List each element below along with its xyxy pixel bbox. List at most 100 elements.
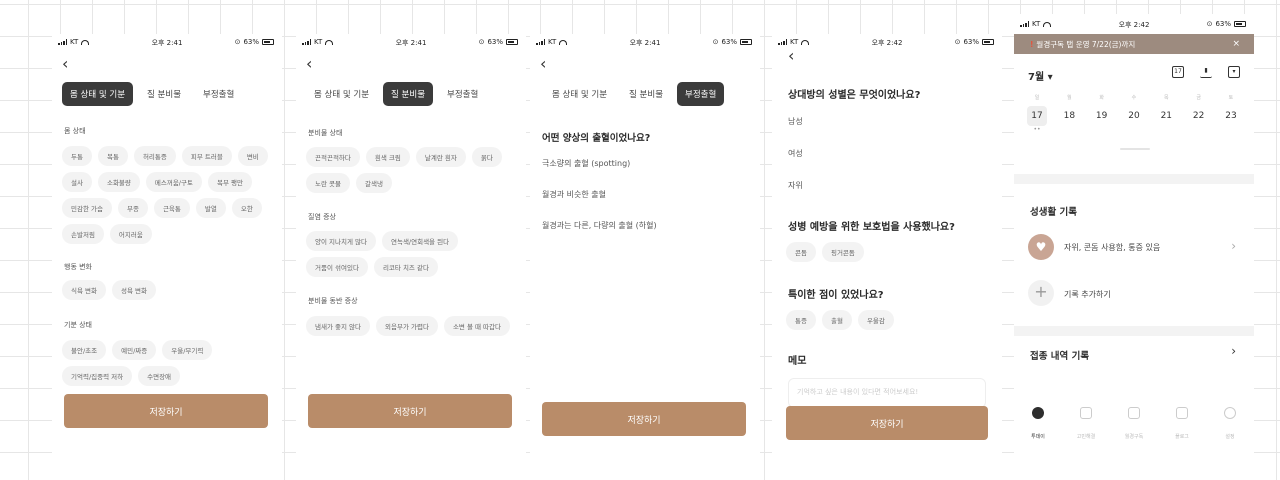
back-chevron-icon[interactable]: ‹ <box>788 48 794 64</box>
save-button[interactable]: 저장하기 <box>308 394 512 428</box>
symptom-chip[interactable]: 어지러움 <box>109 224 152 244</box>
symptom-chip[interactable]: 설사 <box>62 172 92 192</box>
moon-icon <box>1032 407 1044 419</box>
back-chevron-icon[interactable]: ‹ <box>62 56 68 72</box>
tab-bar: 몸 상태 및 기분 질 분비물 부정출혈 <box>62 82 242 106</box>
screen-discharge: KT 오후 2:41 ⊙ 63% ‹ 몸 상태 및 기분 질 분비물 부정출혈 분… <box>296 34 526 480</box>
day-cell[interactable]: 토 23 <box>1216 94 1246 133</box>
month-selector[interactable]: 7월 ▾ <box>1028 68 1053 83</box>
discharge-chip[interactable]: 연녹색/연회색을 띈다 <box>381 231 459 251</box>
symptom-chip[interactable]: 오한 <box>231 198 262 218</box>
tab-body-mood[interactable]: 몸 상태 및 기분 <box>306 82 377 106</box>
discharge-chip[interactable]: 끈적끈적하다 <box>306 147 360 167</box>
tab-spotting[interactable]: 부정출혈 <box>677 82 725 106</box>
symptom-chip[interactable]: 두통 <box>62 146 92 166</box>
memo-input[interactable]: 기억하고 싶은 내용이 있다면 적어보세요! <box>788 378 986 408</box>
gender-option[interactable]: 여성 <box>788 148 803 159</box>
tab-body-mood[interactable]: 몸 상태 및 기분 <box>62 82 134 106</box>
discharge-chip[interactable]: 날계란 흰자 <box>415 147 466 167</box>
drag-handle[interactable] <box>1120 148 1150 150</box>
discharge-chip[interactable]: 묽다 <box>471 147 502 167</box>
discharge-chip[interactable]: 갈색냉 <box>356 173 392 193</box>
discharge-chip[interactable]: 거품이 섞여있다 <box>306 257 368 277</box>
gender-option[interactable]: 자위 <box>788 180 803 191</box>
nav-settings[interactable]: 설정 <box>1210 407 1250 442</box>
discharge-chip[interactable]: 흰색 크림 <box>365 147 410 167</box>
gender-option[interactable]: 남성 <box>788 116 803 127</box>
tab-spotting[interactable]: 부정출혈 <box>195 82 242 106</box>
notable-chip[interactable]: 우울감 <box>857 310 894 330</box>
symptom-chip[interactable]: 성욕 변화 <box>112 280 156 300</box>
bleeding-option[interactable]: 월경과는 다른, 다량의 출혈 (하혈) <box>542 220 657 231</box>
notice-banner[interactable]: ! 월경구독 탭 운영 7/22(금)까지 × <box>1014 34 1254 54</box>
chart-icon[interactable]: ▮ <box>1200 66 1212 78</box>
tab-discharge[interactable]: 질 분비물 <box>139 82 189 106</box>
symptom-chip[interactable]: 발열 <box>195 198 226 218</box>
protection-chip[interactable]: 콘돔 <box>786 242 816 262</box>
notable-chip[interactable]: 통증 <box>786 310 816 330</box>
symptom-chip[interactable]: 수면장애 <box>138 366 181 386</box>
nav-blog[interactable]: 플로그 <box>1162 407 1202 442</box>
discharge-chip[interactable]: 냄새가 좋지 않다 <box>306 316 370 336</box>
nav-today[interactable]: 투데이 <box>1018 407 1058 442</box>
tab-body-mood[interactable]: 몸 상태 및 기분 <box>544 82 615 106</box>
memo-title: 메모 <box>788 356 807 367</box>
notable-chip[interactable]: 출혈 <box>821 310 852 330</box>
symptom-chip[interactable]: 피부 트러블 <box>181 146 232 166</box>
day-cell[interactable]: 목 21 <box>1151 94 1181 133</box>
chip-group: 끈적끈적하다 흰색 크림 날계란 흰자 묽다 노란 콧물 갈색냉 <box>306 147 516 193</box>
sexlife-entry[interactable]: 자위, 콘돔 사용함, 통증 있음 <box>1064 242 1160 253</box>
back-chevron-icon[interactable]: ‹ <box>540 56 546 72</box>
tools-icon <box>1080 407 1092 419</box>
save-button[interactable]: 저장하기 <box>64 394 268 428</box>
discharge-chip[interactable]: 소변 볼 때 따갑다 <box>443 316 510 336</box>
nav-label: 설정 <box>1225 434 1235 440</box>
symptom-chip[interactable]: 우울/무기력 <box>162 340 213 360</box>
save-button[interactable]: 저장하기 <box>786 406 988 440</box>
symptom-chip[interactable]: 식욕 변화 <box>62 280 106 300</box>
nav-subscription[interactable]: 월경구독 <box>1114 407 1154 442</box>
symptom-chip[interactable]: 메스꺼움/구토 <box>145 172 202 192</box>
save-button[interactable]: 저장하기 <box>542 402 746 436</box>
day-cell[interactable]: 일 17 •• <box>1022 94 1052 133</box>
note-icon[interactable]: ▾ <box>1228 66 1240 78</box>
discharge-chip[interactable]: 노란 콧물 <box>306 173 350 193</box>
tab-discharge[interactable]: 질 분비물 <box>621 82 671 106</box>
calendar-icon[interactable]: 17 <box>1172 66 1184 78</box>
plus-icon[interactable]: + <box>1028 280 1054 306</box>
chevron-right-icon[interactable]: › <box>1231 239 1236 253</box>
bleeding-option[interactable]: 극소량의 출혈 (spotting) <box>542 158 630 169</box>
symptom-chip[interactable]: 변비 <box>237 146 268 166</box>
symptom-chip[interactable]: 불안/초조 <box>62 340 107 360</box>
vaccine-section-title[interactable]: 접종 내역 기록 <box>1030 348 1089 362</box>
chevron-right-icon[interactable]: › <box>1231 344 1236 358</box>
nav-solutions[interactable]: 고민해결 <box>1066 407 1106 442</box>
discharge-chip[interactable]: 양이 지나치게 많다 <box>306 231 376 251</box>
day-cell[interactable]: 금 22 <box>1184 94 1214 133</box>
status-bar: KT 오후 2:41 ⊙ 63% <box>530 38 760 52</box>
add-record-button[interactable]: 기록 추가하기 <box>1064 289 1111 300</box>
day-cell[interactable]: 월 18 <box>1054 94 1084 133</box>
screen-spotting: KT 오후 2:41 ⊙ 63% ‹ 몸 상태 및 기분 질 분비물 부정출혈 어… <box>530 34 760 480</box>
protection-chip[interactable]: 핑거콘돔 <box>821 242 864 262</box>
day-cell[interactable]: 화 19 <box>1087 94 1117 133</box>
alert-icon: ! <box>1030 39 1034 49</box>
symptom-chip[interactable]: 복부 팽만 <box>207 172 252 192</box>
symptom-chip[interactable]: 복통 <box>97 146 128 166</box>
symptom-chip[interactable]: 허리통증 <box>133 146 176 166</box>
tab-spotting[interactable]: 부정출혈 <box>439 82 486 106</box>
symptom-chip[interactable]: 근육통 <box>153 198 190 218</box>
day-cell[interactable]: 수 20 <box>1119 94 1149 133</box>
symptom-chip[interactable]: 민감한 가슴 <box>62 198 112 218</box>
symptom-chip[interactable]: 손발저림 <box>62 224 104 244</box>
symptom-chip[interactable]: 기억력/집중력 저하 <box>62 366 133 386</box>
tab-discharge[interactable]: 질 분비물 <box>383 82 434 106</box>
symptom-chip[interactable]: 소화불량 <box>97 172 140 192</box>
back-chevron-icon[interactable]: ‹ <box>306 56 312 72</box>
bleeding-option[interactable]: 월경과 비슷한 출혈 <box>542 189 606 200</box>
symptom-chip[interactable]: 예민/짜증 <box>112 340 157 360</box>
discharge-chip[interactable]: 외음부가 가렵다 <box>376 316 438 336</box>
symptom-chip[interactable]: 부종 <box>117 198 148 218</box>
close-icon[interactable]: × <box>1232 39 1240 49</box>
discharge-chip[interactable]: 리코타 치즈 같다 <box>373 257 438 277</box>
